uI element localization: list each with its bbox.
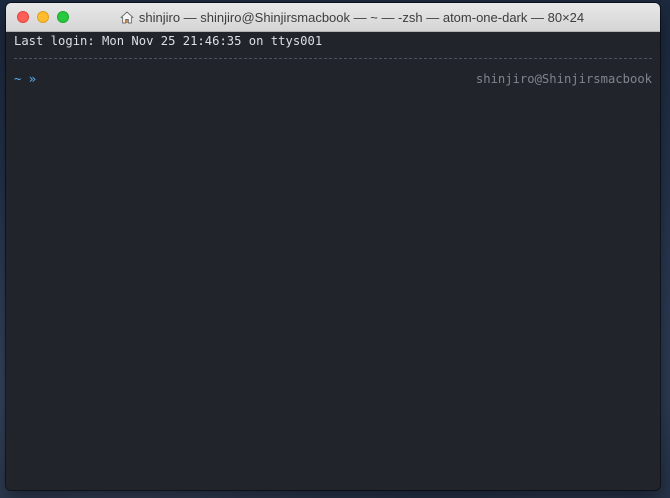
prompt-char: »	[28, 72, 37, 86]
zoom-button[interactable]	[57, 11, 69, 23]
prompt-line[interactable]: ~ » shinjiro@Shinjirsmacbook	[14, 70, 652, 88]
terminal-content[interactable]: Last login: Mon Nov 25 21:46:35 on ttys0…	[6, 32, 660, 490]
last-login-line: Last login: Mon Nov 25 21:46:35 on ttys0…	[14, 34, 323, 48]
desktop-background: shinjiro — shinjiro@Shinjirsmacbook — ~ …	[0, 0, 670, 498]
window-title: shinjiro — shinjiro@Shinjirsmacbook — ~ …	[138, 9, 585, 25]
minimize-button[interactable]	[37, 11, 49, 23]
terminal-window[interactable]: shinjiro — shinjiro@Shinjirsmacbook — ~ …	[6, 3, 660, 490]
close-button[interactable]	[17, 11, 29, 23]
window-controls	[17, 11, 69, 23]
home-icon	[120, 11, 134, 23]
title-bar[interactable]: shinjiro — shinjiro@Shinjirsmacbook — ~ …	[6, 3, 660, 32]
prompt-directory: ~	[14, 72, 22, 86]
prompt: ~ »	[14, 70, 44, 88]
right-prompt: shinjiro@Shinjirsmacbook	[475, 72, 652, 86]
window-title-group: shinjiro — shinjiro@Shinjirsmacbook — ~ …	[82, 10, 584, 25]
prompt-separator	[14, 58, 652, 59]
